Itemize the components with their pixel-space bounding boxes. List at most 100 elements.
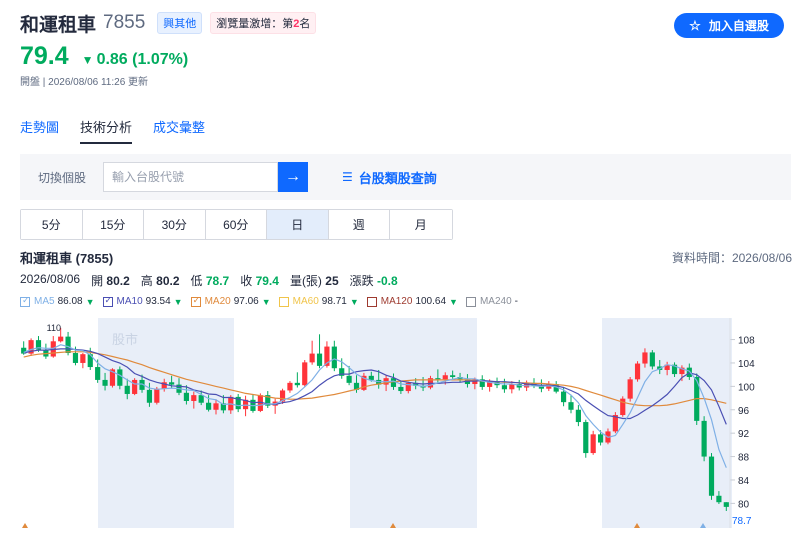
ma120-toggle[interactable]: MA120 100.64 ▼ xyxy=(366,296,458,307)
event-marker-icon xyxy=(22,523,28,528)
tab-trend[interactable]: 走勢圖 xyxy=(20,117,59,144)
checkbox-icon xyxy=(20,295,30,307)
candle-body xyxy=(213,403,219,410)
candle-body xyxy=(206,402,212,410)
checkbox-icon xyxy=(102,295,113,307)
open-label: 開 xyxy=(91,274,104,288)
candle-body xyxy=(597,434,604,443)
current-price: 79.4 xyxy=(20,42,69,70)
tab-trade-summary[interactable]: 成交彙整 xyxy=(153,117,205,144)
ma240-value: - xyxy=(514,296,518,307)
ohlc-row: 2026/08/06 開 80.2 高 80.2 低 78.7 收 79.4 量… xyxy=(20,272,398,289)
candle-body xyxy=(294,382,300,386)
close-value: 79.4 xyxy=(255,274,279,288)
down-arrow-icon: ▼ xyxy=(85,296,95,307)
candlestick-chart[interactable]: 股市 108 104 100 96 92 88 84 80 110 78.7 xyxy=(20,318,790,528)
candle-body xyxy=(642,352,648,364)
period-month[interactable]: 月 xyxy=(390,210,452,239)
candle-body xyxy=(65,336,71,354)
candle-body xyxy=(627,379,633,399)
down-arrow-icon: ▼ xyxy=(81,53,94,67)
candle-body xyxy=(568,402,574,410)
down-arrow-icon: ▼ xyxy=(349,296,359,307)
candle-body xyxy=(442,375,448,380)
checkbox-icon xyxy=(278,296,289,307)
candle-body xyxy=(590,434,596,454)
candle-body xyxy=(146,389,153,403)
ma120-name: MA120 xyxy=(380,296,413,307)
candle-body xyxy=(634,363,641,380)
change-label: 漲跌 xyxy=(349,274,374,288)
add-watchlist-label: 加入自選股 xyxy=(708,19,769,33)
candle-body xyxy=(649,352,655,367)
ma10-value: 93.54 xyxy=(145,296,171,307)
period-day[interactable]: 日 xyxy=(267,210,329,239)
period-5min[interactable]: 5分 xyxy=(21,210,83,239)
ma5-toggle[interactable]: MA586.08▼ xyxy=(20,295,95,307)
ohlc-date: 2026/08/06 xyxy=(20,272,81,286)
stock-name: 和運租車 xyxy=(20,14,97,36)
max-price-label: 110 xyxy=(47,323,61,333)
update-time: 開盤 | 2026/08/06 11:26 更新 xyxy=(20,77,149,88)
ma10-toggle[interactable]: MA1093.54▼ xyxy=(102,295,183,307)
candle-body xyxy=(154,388,160,403)
ma5-value: 86.08 xyxy=(57,296,83,307)
y-tick-label: 108 xyxy=(738,336,755,347)
period-15min[interactable]: 15分 xyxy=(82,210,144,239)
ma240-name: MA240 xyxy=(479,296,512,307)
y-tick-label: 96 xyxy=(738,406,750,417)
category-query-label: 台股類股查詢 xyxy=(358,170,437,186)
hot-rank-suffix: 名 xyxy=(299,18,311,30)
candle-body xyxy=(708,456,715,496)
ma120-value: 100.64 xyxy=(415,296,447,307)
stock-switch-panel: 切換個股 → ☰ 台股類股查詢 xyxy=(20,154,791,200)
add-watchlist-button[interactable]: ☆ 加入自選股 xyxy=(674,13,784,38)
candle-body xyxy=(183,392,189,401)
category-query-link[interactable]: ☰ 台股類股查詢 xyxy=(342,168,437,187)
period-60min[interactable]: 60分 xyxy=(205,210,267,239)
period-30min[interactable]: 30分 xyxy=(144,210,206,239)
candle-body xyxy=(723,502,729,507)
candle-body xyxy=(435,378,441,380)
search-label: 切換個股 xyxy=(38,170,87,185)
tab-technical-analysis[interactable]: 技術分析 xyxy=(80,117,133,144)
candle-body xyxy=(58,336,64,342)
close-label: 收 xyxy=(240,274,253,288)
y-tick-label: 84 xyxy=(738,476,750,487)
period-week[interactable]: 週 xyxy=(328,210,390,239)
ma240-toggle[interactable]: MA240- xyxy=(465,296,518,307)
search-submit-button[interactable]: → xyxy=(278,162,308,192)
candle-body xyxy=(117,369,123,386)
candle-body xyxy=(102,379,108,386)
candle-body xyxy=(124,385,130,394)
price-change-value: 0.86 (1.07%) xyxy=(96,51,189,68)
candle-body xyxy=(398,386,404,392)
y-tick-label: 80 xyxy=(738,499,750,510)
candle-body xyxy=(368,375,374,380)
down-arrow-icon: ▼ xyxy=(261,296,271,307)
candle-body xyxy=(169,382,175,385)
data-time: 資料時間：2026/08/06 xyxy=(671,251,792,265)
star-icon: ☆ xyxy=(689,17,701,33)
chart-title: 和運租車 (7855) xyxy=(20,251,114,266)
ma20-name: MA20 xyxy=(204,296,231,307)
ma60-name: MA60 xyxy=(292,296,319,307)
ma20-value: 97.06 xyxy=(233,296,259,307)
title-row: 和運租車 7855 興其他 瀏覽量激增：第2名 ☆ 加入自選股 xyxy=(20,10,784,38)
candle-body xyxy=(701,420,707,457)
sector-tag[interactable]: 興其他 xyxy=(157,12,203,34)
arrow-right-icon: → xyxy=(285,168,301,185)
candle-body xyxy=(575,409,581,423)
candle-body xyxy=(309,353,315,363)
open-value: 80.2 xyxy=(106,274,130,288)
ma60-toggle[interactable]: MA60 98.71 ▼ xyxy=(278,296,359,307)
y-tick-label: 92 xyxy=(738,429,750,440)
candle-body xyxy=(346,375,352,383)
y-tick-label: 100 xyxy=(738,382,755,393)
month-band xyxy=(350,318,477,528)
ma20-toggle[interactable]: MA2097.06▼ xyxy=(190,295,271,307)
watermark-text: 股市 xyxy=(112,332,138,348)
last-price-label: 78.7 xyxy=(732,516,752,527)
down-arrow-icon: ▼ xyxy=(173,296,183,307)
stock-code-input[interactable] xyxy=(103,162,278,192)
